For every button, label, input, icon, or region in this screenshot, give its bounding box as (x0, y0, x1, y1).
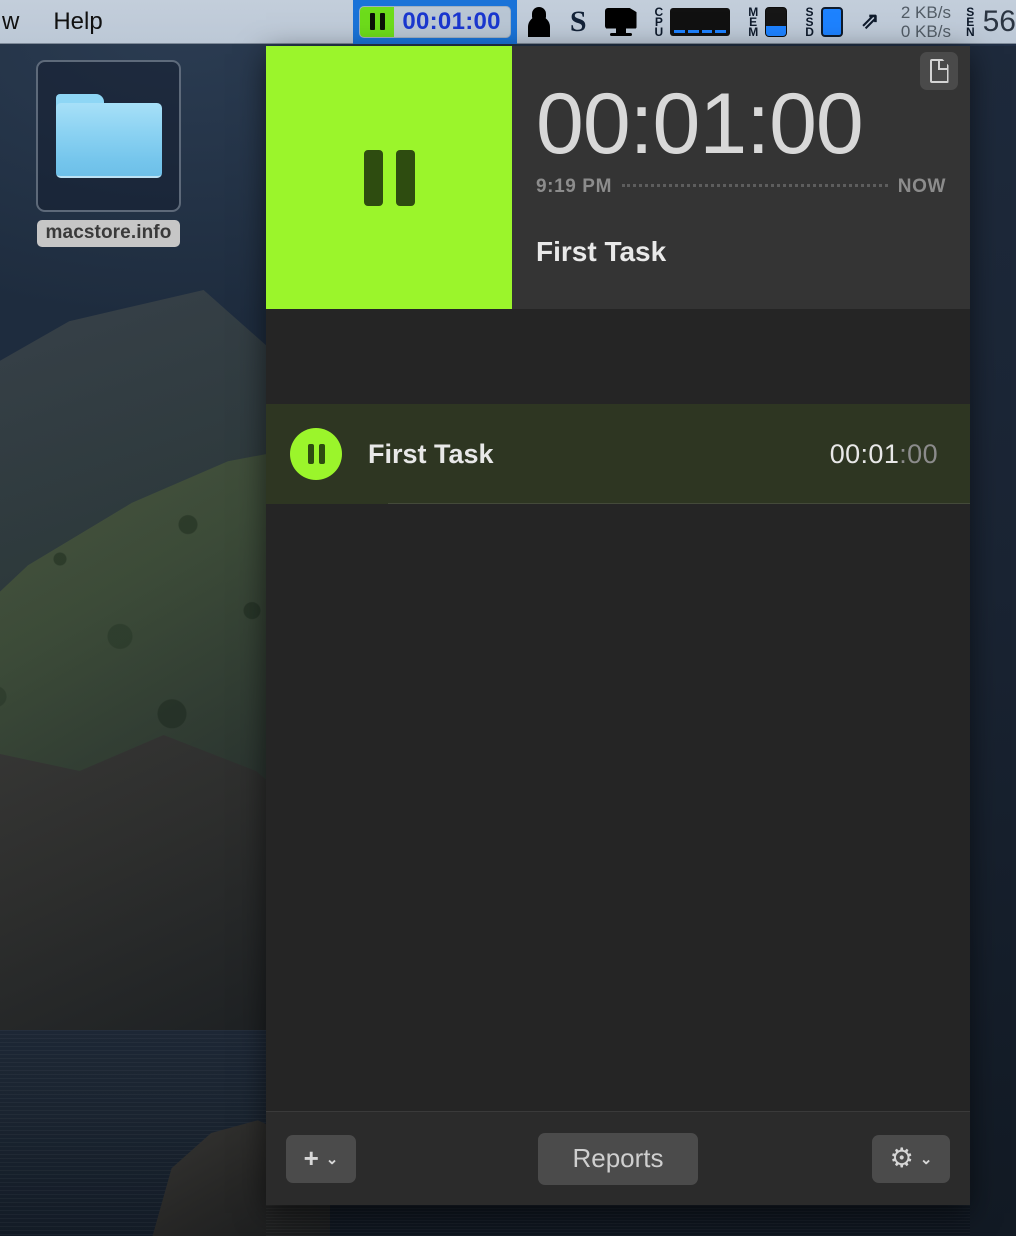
menu-bar: w Help 00:01:00 S C P U M E M S S D ⇗ 2 … (0, 0, 1016, 44)
task-duration-main: 00:01 (829, 438, 900, 469)
bottom-toolbar: + ⌄ Reports ⚙ ⌄ (266, 1111, 970, 1205)
header-list-gap (266, 309, 970, 404)
gear-icon: ⚙ (889, 1143, 914, 1173)
display-icon[interactable] (596, 0, 646, 44)
reports-button[interactable]: Reports (538, 1132, 698, 1185)
mem-monitor[interactable]: M E M (739, 0, 796, 44)
elapsed-time-display: 00:01:00 (536, 76, 864, 172)
menubar-timer-item[interactable]: 00:01:00 (353, 0, 517, 44)
sensor-monitor[interactable]: S E N 56 (957, 0, 1016, 44)
header-detail-panel: 00:01:00 9:19 PM NOW First Task (512, 46, 970, 309)
network-speed-monitor[interactable]: 2 KB/s 0 KB/s (892, 0, 957, 44)
sensor-label: S E N (965, 6, 975, 39)
task-list-empty-area (266, 504, 970, 1111)
task-pause-button[interactable] (290, 428, 342, 480)
mem-gauge (765, 6, 788, 37)
penguin-icon[interactable] (517, 0, 561, 44)
sensor-value: 56 (982, 4, 1016, 38)
network-upload-speed: 2 KB/s (900, 2, 951, 22)
wallpaper-bottom-strip (266, 1205, 1016, 1236)
menubar-timer-value: 00:01:00 (402, 7, 501, 35)
task-list: First Task 00:01:00 (266, 404, 970, 504)
menu-window-truncated[interactable]: w (2, 8, 19, 36)
task-name: First Task (368, 438, 494, 469)
desktop-icon-label: macstore.info (36, 220, 181, 247)
add-button[interactable]: + ⌄ (286, 1134, 356, 1183)
header-task-name: First Task (536, 236, 667, 267)
task-duration: 00:01:00 (830, 439, 938, 470)
cpu-label: C P U (654, 6, 664, 39)
chevron-down-icon: ⌄ (919, 1150, 933, 1168)
folder-glyph (55, 94, 162, 178)
desktop-icon-macstore[interactable]: macstore.info (36, 60, 181, 247)
menubar-timer-pill[interactable]: 00:01:00 (359, 5, 511, 38)
settings-button[interactable]: ⚙ ⌄ (872, 1134, 950, 1183)
mem-label-m2: M (748, 24, 759, 39)
end-time-label: NOW (897, 176, 946, 197)
task-row-divider (388, 503, 970, 504)
mem-label: M E M (748, 6, 759, 39)
task-duration-seconds: :00 (899, 438, 938, 469)
note-button[interactable] (920, 52, 958, 90)
chevron-down-icon: ⌄ (325, 1150, 339, 1168)
network-download-speed: 0 KB/s (900, 21, 951, 41)
network-arrows-icon[interactable]: ⇗ (852, 0, 892, 44)
cpu-graph (670, 7, 731, 36)
cpu-monitor[interactable]: C P U (646, 0, 740, 44)
pause-button-large[interactable] (266, 46, 512, 309)
timer-app-window: 00:01:00 9:19 PM NOW First Task First Ta… (266, 46, 970, 1205)
pause-icon (363, 149, 415, 206)
mem-gauge-fill (766, 25, 787, 36)
time-range-leader (622, 184, 888, 187)
sensor-label-n: N (965, 24, 975, 39)
page-icon (929, 59, 949, 83)
cpu-label-u: U (654, 24, 664, 39)
app-header: 00:01:00 9:19 PM NOW First Task (266, 46, 970, 309)
folder-body (55, 103, 162, 178)
ssd-label-d: D (805, 24, 814, 39)
task-row[interactable]: First Task 00:01:00 (266, 404, 970, 504)
ssd-monitor[interactable]: S S D (796, 0, 852, 44)
ssd-gauge (820, 6, 843, 37)
plus-icon: + (303, 1143, 319, 1173)
pause-icon[interactable] (360, 6, 395, 37)
wallpaper-right-strip (970, 46, 1016, 1236)
folder-icon[interactable] (36, 60, 181, 212)
s-logo-icon[interactable]: S (561, 0, 596, 44)
menu-help[interactable]: Help (53, 8, 102, 36)
time-range: 9:19 PM NOW (536, 176, 946, 198)
ssd-label: S S D (805, 6, 814, 39)
start-time-label: 9:19 PM (536, 176, 613, 197)
